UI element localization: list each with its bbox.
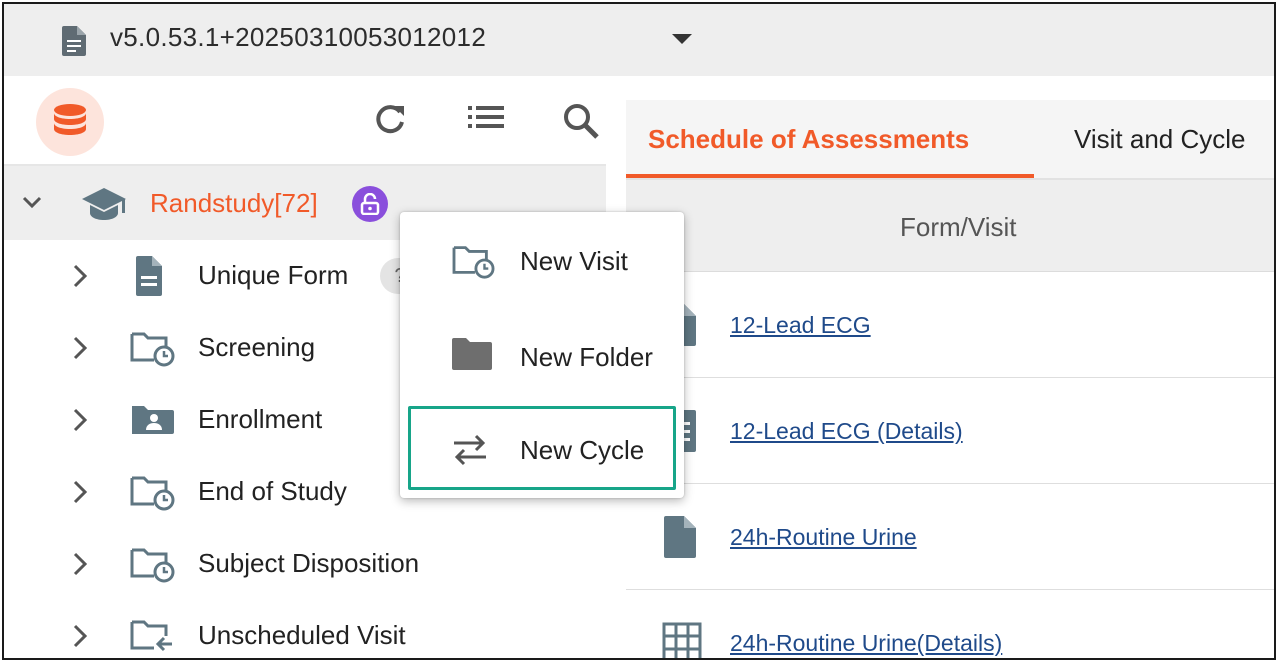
tree-item-subject-disposition[interactable]: Subject Disposition <box>4 528 606 600</box>
chevron-right-icon[interactable] <box>68 406 92 439</box>
visit-folder-icon <box>128 470 178 517</box>
app-window: v5.0.53.1+20250310053012012 Randstudy[72… <box>2 2 1276 660</box>
search-icon[interactable] <box>562 102 600 145</box>
menu-item-new-folder[interactable]: New Folder <box>400 310 684 400</box>
chevron-right-icon[interactable] <box>68 478 92 511</box>
tree-item-label: Subject Disposition <box>198 548 420 578</box>
form-link[interactable]: 24h-Routine Urine(Details) <box>730 630 1002 657</box>
graduation-cap-icon <box>80 186 128 227</box>
lock-open-icon[interactable] <box>352 186 388 222</box>
menu-item-label: New Cycle <box>520 435 645 465</box>
version-label: v5.0.53.1+20250310053012012 <box>110 22 487 52</box>
chevron-down-icon[interactable] <box>20 190 44 219</box>
form-link[interactable]: 12-Lead ECG <box>730 312 871 339</box>
form-icon <box>128 254 168 303</box>
chevron-right-icon[interactable] <box>68 334 92 367</box>
grid-icon <box>662 622 702 658</box>
tree-item-label: End of Study <box>198 476 347 506</box>
tree-item-label: Enrollment <box>198 404 323 434</box>
unscheduled-folder-icon <box>128 614 178 658</box>
form-icon <box>662 516 698 563</box>
person-folder-icon <box>128 398 178 445</box>
document-icon <box>62 26 86 61</box>
tree-item-unscheduled-visit[interactable]: Unscheduled Visit <box>4 600 606 658</box>
tree-item-label: Unique Form <box>198 260 349 290</box>
menu-item-new-cycle[interactable]: New Cycle <box>408 406 676 490</box>
chevron-right-icon[interactable] <box>68 622 92 655</box>
tab-bar: Schedule of Assessments Visit and Cycle <box>626 100 1274 180</box>
tree-item-label: Unscheduled Visit <box>198 620 406 650</box>
chevron-down-icon[interactable] <box>672 34 692 44</box>
form-link[interactable]: 24h-Routine Urine <box>730 524 917 551</box>
folder-icon <box>450 336 494 377</box>
table-row: 24h-Routine Urine(Details) <box>626 590 1274 658</box>
refresh-icon[interactable] <box>372 102 408 143</box>
menu-item-label: New Folder <box>520 342 653 372</box>
main-panel: Schedule of Assessments Visit and Cycle … <box>626 100 1274 658</box>
table-row: 24h-Routine Urine <box>626 484 1274 590</box>
column-header-label: Form/Visit <box>900 212 1017 242</box>
chevron-right-icon[interactable] <box>68 262 92 295</box>
list-view-icon[interactable] <box>466 102 506 137</box>
version-bar[interactable]: v5.0.53.1+20250310053012012 <box>4 4 1274 76</box>
column-header: Form/Visit <box>626 180 1274 272</box>
cycle-icon <box>450 431 490 474</box>
chevron-right-icon[interactable] <box>68 550 92 583</box>
visit-folder-icon <box>128 326 178 373</box>
study-name: Randstudy[72] <box>150 188 318 218</box>
table-row: 12-Lead ECG (Details) <box>626 378 1274 484</box>
tab-schedule-of-assessments[interactable]: Schedule of Assessments <box>648 124 969 155</box>
table-row: 12-Lead ECG <box>626 272 1274 378</box>
form-link[interactable]: 12-Lead ECG (Details) <box>730 418 963 445</box>
menu-item-new-visit[interactable]: New Visit <box>400 214 684 304</box>
active-tab-indicator <box>626 174 1034 178</box>
database-icon <box>36 88 104 156</box>
menu-item-label: New Visit <box>520 246 628 276</box>
context-menu: New Visit New Folder New Cycle <box>400 212 684 498</box>
tab-visit-and-cycle[interactable]: Visit and Cycle <box>1074 124 1246 155</box>
visit-folder-icon <box>450 240 498 285</box>
visit-folder-icon <box>128 542 178 589</box>
tree-item-label: Screening <box>198 332 316 362</box>
